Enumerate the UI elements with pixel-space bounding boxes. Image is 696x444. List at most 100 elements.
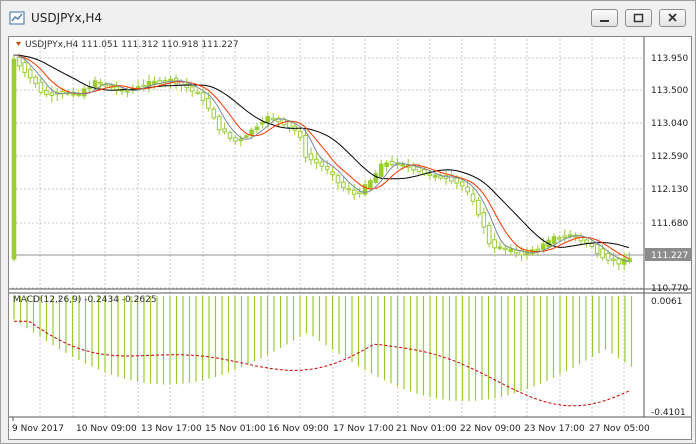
- time-tick: 17 Nov 17:00: [333, 424, 394, 434]
- candle-body: [486, 224, 492, 245]
- candle-body: [481, 212, 487, 228]
- candle-body: [459, 181, 465, 187]
- candle-body: [535, 248, 541, 252]
- candle-body: [38, 81, 44, 93]
- candle-body: [616, 258, 622, 265]
- candle-body: [227, 132, 233, 139]
- restore-icon: [633, 13, 644, 23]
- candle-body: [378, 163, 384, 177]
- candle-body: [432, 174, 438, 178]
- candle-body: [540, 243, 546, 250]
- close-button[interactable]: [659, 9, 686, 27]
- macd-signal-line: [14, 320, 630, 407]
- candle-body: [249, 129, 254, 136]
- price-tick: 113.950: [651, 54, 688, 64]
- candle-body: [503, 247, 508, 251]
- macd-layer: [13, 296, 633, 407]
- candle-body: [297, 130, 303, 138]
- candle-body: [98, 82, 103, 85]
- candle-body: [260, 121, 265, 125]
- time-tick: 15 Nov 01:00: [205, 424, 266, 434]
- close-icon: [668, 13, 677, 22]
- symbol-ohlc-label: USDJPYx,H4 111.051 111.312 110.918 111.2…: [25, 40, 239, 50]
- candle-body: [330, 171, 335, 176]
- candle-body: [373, 173, 379, 183]
- candle-body: [243, 135, 249, 138]
- time-tick: 27 Nov 05:00: [589, 424, 650, 434]
- chart-canvas[interactable]: USDJPYx,H4 111.051 111.312 110.918 111.2…: [8, 36, 692, 440]
- candle-body: [222, 128, 227, 133]
- candle-body: [22, 62, 28, 73]
- candle-body: [589, 242, 595, 247]
- candle-body: [92, 80, 98, 89]
- candle-body: [238, 138, 244, 141]
- candle-body: [605, 253, 611, 261]
- candle-body: [427, 173, 433, 176]
- time-tick: 22 Nov 09:00: [460, 424, 521, 434]
- candle-body: [141, 84, 146, 88]
- time-tick: 23 Nov 17:00: [524, 424, 585, 434]
- candle-body: [189, 86, 195, 92]
- candle-body: [233, 137, 238, 142]
- time-tick: 10 Nov 09:00: [76, 424, 137, 434]
- candle-body: [206, 97, 211, 109]
- price-scale[interactable]: 113.950 113.500 113.040 112.590 112.130 …: [645, 54, 691, 418]
- price-chart-svg[interactable]: USDJPYx,H4 111.051 111.312 110.918 111.2…: [9, 37, 691, 439]
- candle-body: [611, 258, 616, 261]
- price-tick: 112.130: [651, 185, 688, 195]
- window-title: USDJPYx,H4: [31, 11, 103, 25]
- candle-body: [557, 237, 562, 240]
- candle-body: [270, 117, 276, 121]
- candle-body: [551, 236, 557, 245]
- candle-body: [562, 235, 568, 239]
- candle-body: [33, 76, 38, 85]
- candle-body: [465, 186, 470, 193]
- candle-body: [287, 121, 292, 128]
- title-bar[interactable]: USDJPYx,H4: [1, 1, 695, 35]
- restore-button[interactable]: [625, 9, 652, 27]
- candle-body: [335, 175, 341, 184]
- candle-body: [470, 193, 476, 202]
- candle-body: [351, 189, 357, 195]
- candle-body: [265, 116, 271, 123]
- candle-body: [314, 158, 319, 164]
- candle-body: [584, 239, 589, 244]
- candle-body: [216, 115, 222, 131]
- candle-body: [114, 86, 119, 91]
- candle-body: [600, 248, 605, 259]
- price-tick: 112.590: [651, 152, 688, 162]
- time-tick: 21 Nov 01:00: [396, 424, 457, 434]
- candle-body: [135, 86, 141, 89]
- candle-body: [594, 244, 600, 254]
- price-tick: 113.500: [651, 86, 688, 96]
- time-tick: 9 Nov 2017: [12, 424, 64, 434]
- minimize-button[interactable]: [591, 9, 618, 27]
- candle-body: [200, 91, 206, 101]
- current-price-label: 111.227: [651, 251, 688, 261]
- candle-body: [476, 199, 481, 216]
- macd-tick: 0.0061: [651, 297, 683, 307]
- candle-body: [497, 246, 503, 249]
- candle-body: [346, 187, 352, 191]
- candle-body: [211, 108, 217, 119]
- grid: [12, 39, 644, 417]
- price-tick: 111.680: [651, 219, 688, 229]
- candle-body: [81, 88, 87, 97]
- candle-body: [303, 134, 308, 158]
- candles-layer: [11, 53, 632, 271]
- candle-body: [195, 91, 200, 95]
- candle-body: [508, 248, 514, 252]
- candle-body: [389, 160, 395, 166]
- collapse-arrow-icon[interactable]: [16, 42, 21, 46]
- candle-body: [416, 166, 422, 172]
- candle-body: [384, 162, 389, 167]
- chart-window-icon: [9, 11, 25, 25]
- time-tick: 16 Nov 09:00: [268, 424, 329, 434]
- time-scale[interactable]: 9 Nov 2017 10 Nov 09:00 13 Nov 17:00 15 …: [12, 417, 650, 434]
- candle-body: [308, 153, 314, 161]
- candle-body: [454, 177, 460, 184]
- candle-body: [125, 90, 130, 93]
- candle-body: [76, 93, 82, 97]
- candle-body: [49, 92, 55, 96]
- candle-body: [368, 180, 373, 189]
